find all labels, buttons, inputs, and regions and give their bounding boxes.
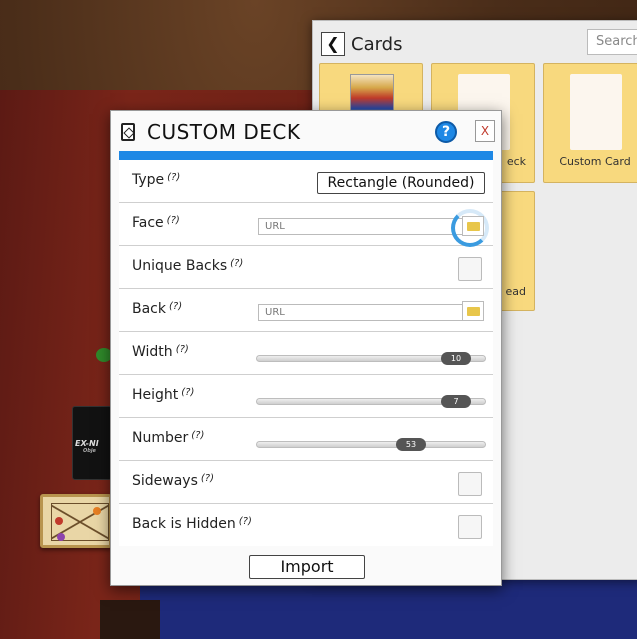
sideways-checkbox[interactable] bbox=[458, 472, 482, 496]
black-card-sub: Obje bbox=[83, 448, 96, 454]
map-dot-orange bbox=[93, 507, 101, 515]
back-url-input[interactable]: URL bbox=[258, 304, 466, 321]
card-tile-custom-card[interactable]: Custom Card bbox=[543, 63, 637, 183]
height-slider[interactable]: 7 bbox=[256, 395, 486, 408]
width-label: Width (?) bbox=[132, 344, 189, 360]
height-label: Height (?) bbox=[132, 387, 195, 403]
black-card-text: EX-NI bbox=[75, 439, 99, 448]
cards-title: Cards bbox=[351, 33, 403, 55]
unique-backs-checkbox[interactable] bbox=[458, 257, 482, 281]
dialog-title: CUSTOM DECK bbox=[147, 120, 301, 144]
card-thumb bbox=[570, 74, 622, 150]
face-folder-icon[interactable] bbox=[462, 216, 484, 236]
face-label: Face (?) bbox=[132, 215, 180, 231]
close-button[interactable]: X bbox=[475, 120, 495, 142]
accent-bar bbox=[119, 151, 493, 160]
row-sideways: Sideways (?) bbox=[119, 461, 493, 504]
width-slider[interactable]: 10 bbox=[256, 352, 486, 365]
row-back-is-hidden: Back is Hidden (?) bbox=[119, 504, 493, 547]
number-slider-handle[interactable]: 53 bbox=[396, 438, 426, 451]
search-input[interactable]: Search bbox=[587, 29, 637, 55]
width-slider-handle[interactable]: 10 bbox=[441, 352, 471, 365]
back-arrow-icon[interactable]: ❮ bbox=[321, 32, 345, 56]
width-hint[interactable]: (?) bbox=[176, 344, 189, 355]
row-type: Type (?) Rectangle (Rounded) bbox=[119, 160, 493, 203]
row-back: Back (?) URL bbox=[119, 289, 493, 332]
map-dot-purple bbox=[57, 533, 65, 541]
help-button[interactable]: ? bbox=[435, 121, 457, 143]
row-face: Face (?) URL bbox=[119, 203, 493, 247]
back-is-hidden-hint[interactable]: (?) bbox=[239, 516, 252, 527]
unique-backs-hint[interactable]: (?) bbox=[230, 258, 243, 269]
back-folder-icon[interactable] bbox=[462, 301, 484, 321]
height-hint[interactable]: (?) bbox=[181, 387, 194, 398]
sideways-hint[interactable]: (?) bbox=[201, 473, 214, 484]
import-button[interactable]: Import bbox=[249, 555, 365, 579]
card-deck-icon bbox=[121, 123, 135, 141]
custom-deck-dialog: CUSTOM DECK ? X Type (?) Rectangle (Round… bbox=[110, 110, 502, 586]
face-url-input[interactable]: URL bbox=[258, 218, 466, 235]
card-caption: Custom Card bbox=[559, 155, 631, 168]
table-shadow bbox=[100, 600, 160, 639]
row-width: Width (?) 10 bbox=[119, 332, 493, 375]
row-unique-backs: Unique Backs (?) bbox=[119, 246, 493, 289]
number-slider[interactable]: 53 bbox=[256, 438, 486, 451]
back-label: Back (?) bbox=[132, 301, 183, 317]
back-hint[interactable]: (?) bbox=[169, 301, 182, 312]
back-is-hidden-label: Back is Hidden (?) bbox=[132, 516, 252, 532]
map-card[interactable] bbox=[40, 494, 112, 548]
back-is-hidden-checkbox[interactable] bbox=[458, 515, 482, 539]
row-number: Number (?) 53 bbox=[119, 418, 493, 461]
type-hint[interactable]: (?) bbox=[167, 172, 180, 183]
black-card[interactable]: EX-NI Obje bbox=[72, 406, 112, 480]
number-label: Number (?) bbox=[132, 430, 205, 446]
sideways-label: Sideways (?) bbox=[132, 473, 215, 489]
number-hint[interactable]: (?) bbox=[191, 430, 204, 441]
dialog-body: Type (?) Rectangle (Rounded) Face (?) URL … bbox=[119, 160, 493, 546]
type-dropdown[interactable]: Rectangle (Rounded) bbox=[317, 172, 485, 194]
map-dot-red bbox=[55, 517, 63, 525]
height-slider-handle[interactable]: 7 bbox=[441, 395, 471, 408]
type-label: Type (?) bbox=[132, 172, 181, 188]
row-height: Height (?) 7 bbox=[119, 375, 493, 418]
face-hint[interactable]: (?) bbox=[167, 215, 180, 226]
dialog-header: CUSTOM DECK ? X bbox=[111, 111, 501, 151]
unique-backs-label: Unique Backs (?) bbox=[132, 258, 244, 274]
